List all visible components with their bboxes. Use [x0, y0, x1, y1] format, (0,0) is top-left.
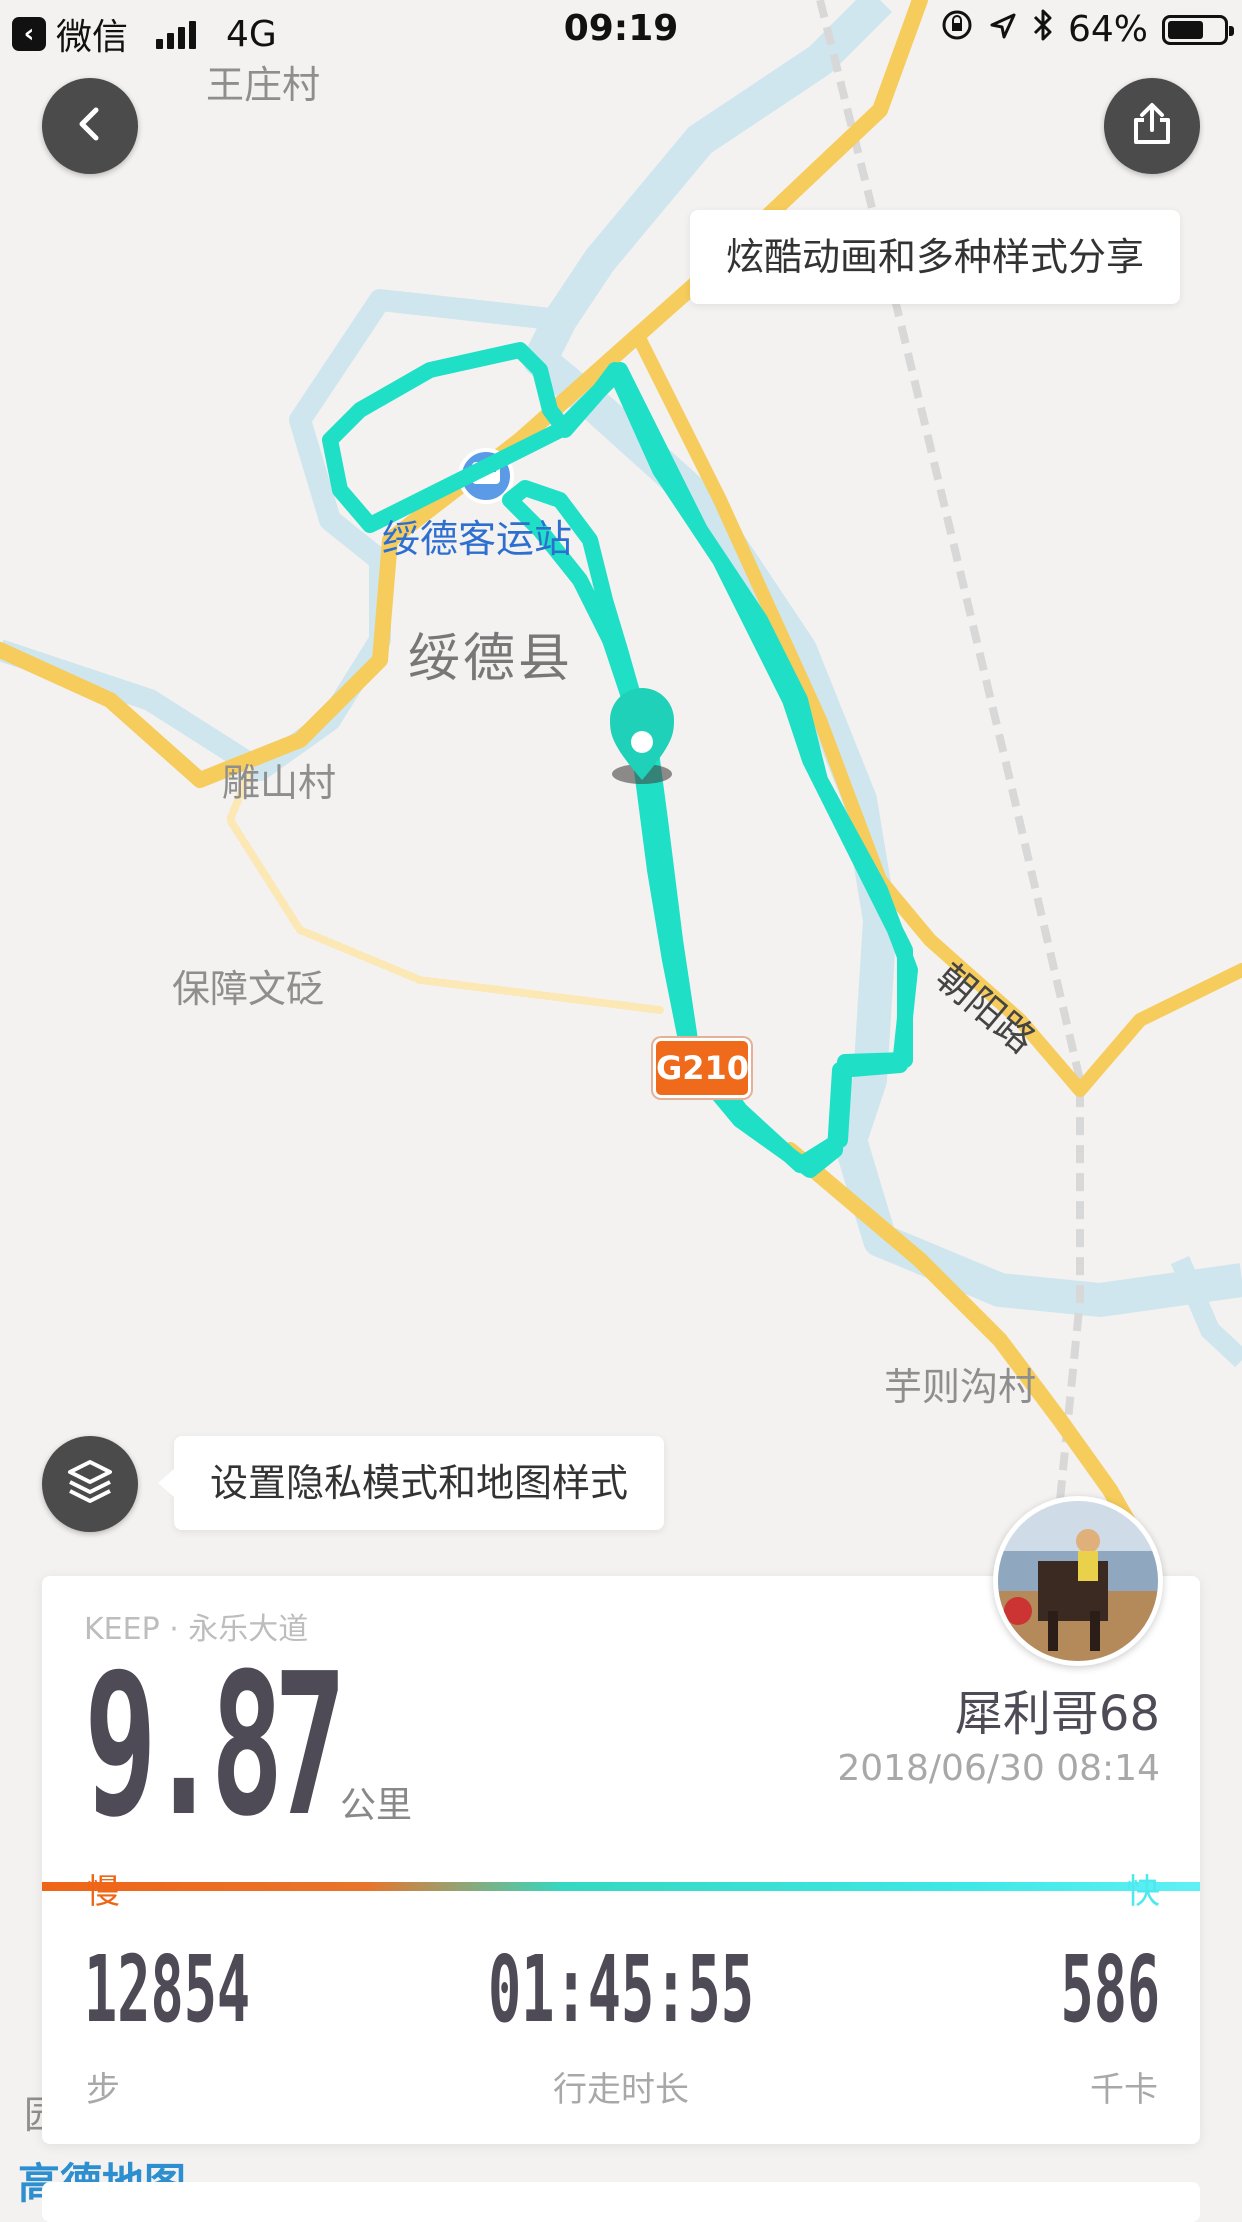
battery-percent: 64% [1067, 9, 1148, 50]
share-tooltip: 炫酷动画和多种样式分享 [690, 210, 1181, 304]
distance-unit: 公里 [340, 1785, 413, 1826]
duration-label: 行走时长 [553, 2070, 689, 2110]
next-card-peek [42, 2182, 1200, 2222]
share-button[interactable] [1104, 78, 1200, 174]
map-label-baozhang: 保障文砭 [172, 967, 325, 1011]
distance-value: 9.87 [84, 1632, 347, 1860]
share-icon [1128, 100, 1176, 152]
map-label-station: 绥德客运站 [382, 517, 573, 561]
start-pin-icon [610, 688, 674, 784]
highway-badge: G210 [653, 1038, 751, 1098]
workout-summary-card: KEEP · 永乐大道 9.87 公里 犀利哥68 2018/06/30 08:… [42, 1576, 1200, 2144]
battery-icon [1162, 14, 1234, 45]
pace-gradient-bar [42, 1882, 1200, 1891]
map-label-diaoshan: 雕山村 [222, 761, 337, 805]
bluetooth-icon [1032, 8, 1054, 51]
workout-datetime: 2018/06/30 08:14 [837, 1748, 1160, 1789]
map-layer-button[interactable] [42, 1436, 138, 1532]
steps-value: 12854 [84, 1936, 251, 2043]
avatar[interactable] [993, 1496, 1163, 1666]
layer-tooltip: 设置隐私模式和地图样式 [157, 1436, 665, 1530]
pace-slow-label: 慢 [86, 1872, 120, 1912]
pace-fast-label: 快 [1126, 1872, 1160, 1912]
back-button[interactable] [42, 78, 138, 174]
location-icon [988, 9, 1018, 50]
status-bar: ‹ 微信 4G 09:19 64% [0, 0, 1242, 64]
calories-label: 千卡 [1090, 2070, 1158, 2110]
map-label-yuze: 芋则沟村 [884, 1365, 1037, 1409]
chevron-left-icon [70, 104, 110, 148]
map-label-county: 绥德县 [408, 629, 574, 689]
rotation-lock-icon [940, 8, 974, 51]
duration-value: 01:45:55 [488, 1936, 754, 2043]
calories-value: 586 [1060, 1936, 1160, 2043]
layers-icon [64, 1456, 116, 1512]
username: 犀利哥68 [954, 1686, 1160, 1742]
